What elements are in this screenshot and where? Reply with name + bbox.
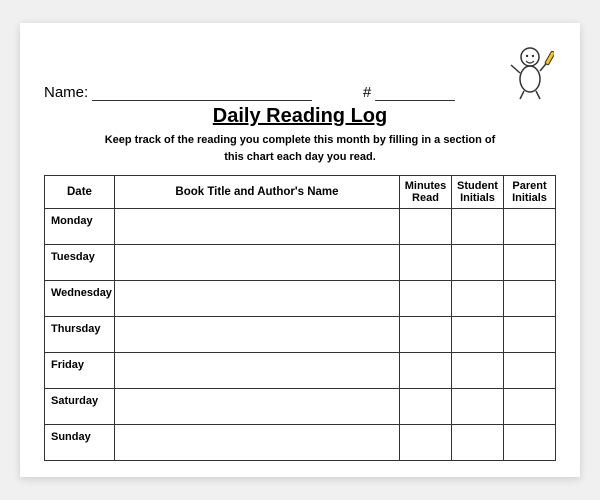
page-title: Daily Reading Log bbox=[44, 105, 556, 128]
page: Name: # bbox=[20, 23, 580, 477]
table-row: Saturday bbox=[45, 389, 556, 425]
minutes-cell[interactable] bbox=[400, 425, 452, 461]
student-initials-cell[interactable] bbox=[452, 353, 504, 389]
parent-initials-cell[interactable] bbox=[504, 317, 556, 353]
table-row: Wednesday bbox=[45, 281, 556, 317]
table-row: Friday bbox=[45, 353, 556, 389]
hash-label: # bbox=[363, 84, 371, 101]
student-initials-cell[interactable] bbox=[452, 281, 504, 317]
name-input[interactable] bbox=[92, 83, 312, 101]
day-cell: Wednesday bbox=[45, 281, 115, 317]
number-input[interactable] bbox=[375, 83, 455, 101]
page-subtitle: Keep track of the reading you complete t… bbox=[44, 132, 556, 165]
minutes-cell[interactable] bbox=[400, 209, 452, 245]
day-cell: Monday bbox=[45, 209, 115, 245]
student-initials-cell[interactable] bbox=[452, 209, 504, 245]
student-initials-cell[interactable] bbox=[452, 245, 504, 281]
student-initials-cell[interactable] bbox=[452, 317, 504, 353]
book-cell[interactable] bbox=[114, 209, 399, 245]
mascot-icon bbox=[506, 43, 554, 101]
minutes-cell[interactable] bbox=[400, 245, 452, 281]
student-initials-cell[interactable] bbox=[452, 425, 504, 461]
day-cell: Tuesday bbox=[45, 245, 115, 281]
subtitle-line1: Keep track of the reading you complete t… bbox=[105, 134, 496, 146]
table-row: Monday bbox=[45, 209, 556, 245]
col-header-date: Date bbox=[45, 176, 115, 209]
col-header-minutes: Minutes Read bbox=[400, 176, 452, 209]
book-cell[interactable] bbox=[114, 389, 399, 425]
table-row: Tuesday bbox=[45, 245, 556, 281]
parent-initials-cell[interactable] bbox=[504, 389, 556, 425]
minutes-cell[interactable] bbox=[400, 281, 452, 317]
col-header-book: Book Title and Author's Name bbox=[114, 176, 399, 209]
book-cell[interactable] bbox=[114, 281, 399, 317]
table-row: Sunday bbox=[45, 425, 556, 461]
book-cell[interactable] bbox=[114, 425, 399, 461]
parent-initials-cell[interactable] bbox=[504, 353, 556, 389]
subtitle-line2: this chart each day you read. bbox=[224, 151, 376, 163]
col-header-parent: Parent Initials bbox=[504, 176, 556, 209]
table-row: Thursday bbox=[45, 317, 556, 353]
book-cell[interactable] bbox=[114, 317, 399, 353]
parent-initials-cell[interactable] bbox=[504, 425, 556, 461]
reading-log-table: Date Book Title and Author's Name Minute… bbox=[44, 175, 556, 461]
minutes-cell[interactable] bbox=[400, 353, 452, 389]
name-label: Name: bbox=[44, 84, 88, 101]
minutes-cell[interactable] bbox=[400, 317, 452, 353]
day-cell: Friday bbox=[45, 353, 115, 389]
book-cell[interactable] bbox=[114, 353, 399, 389]
day-cell: Thursday bbox=[45, 317, 115, 353]
col-header-student: Student Initials bbox=[452, 176, 504, 209]
parent-initials-cell[interactable] bbox=[504, 281, 556, 317]
minutes-cell[interactable] bbox=[400, 389, 452, 425]
parent-initials-cell[interactable] bbox=[504, 209, 556, 245]
day-cell: Sunday bbox=[45, 425, 115, 461]
name-row: Name: # bbox=[44, 43, 556, 101]
day-cell: Saturday bbox=[45, 389, 115, 425]
parent-initials-cell[interactable] bbox=[504, 245, 556, 281]
student-initials-cell[interactable] bbox=[452, 389, 504, 425]
book-cell[interactable] bbox=[114, 245, 399, 281]
